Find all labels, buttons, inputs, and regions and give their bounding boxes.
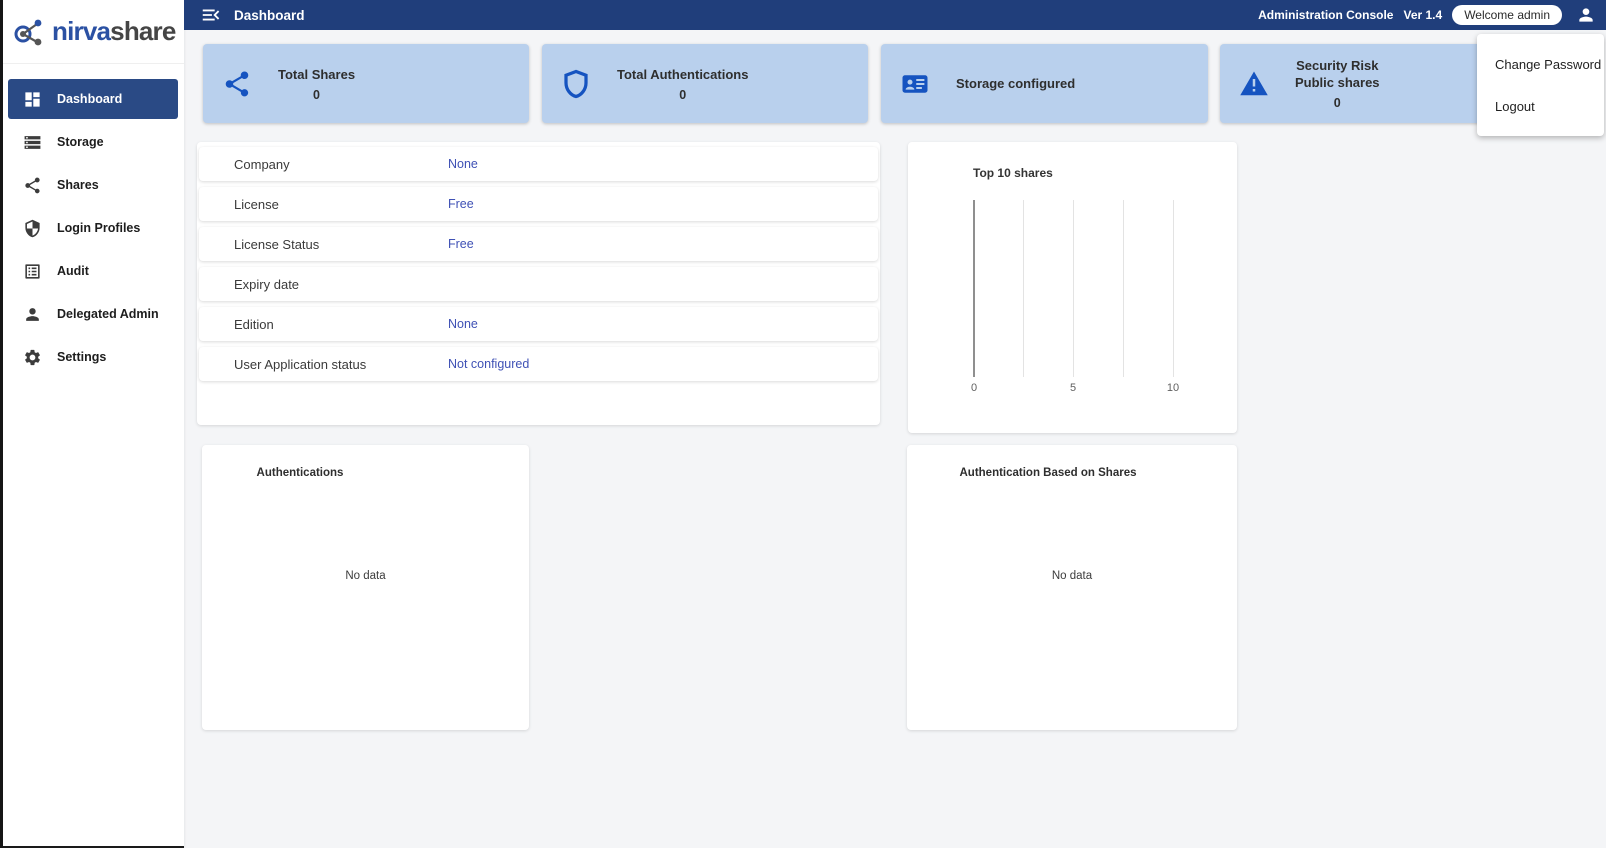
chart-title: Authentications	[257, 467, 344, 479]
stat-card-storage-configured: Storage configured	[881, 44, 1208, 123]
top-10-shares-chart: Top 10 shares 0 5 10	[908, 142, 1237, 433]
storage-icon	[23, 133, 42, 152]
menu-open-icon[interactable]	[200, 4, 222, 26]
menu-item-logout[interactable]: Logout	[1477, 85, 1604, 127]
chart-title: Top 10 shares	[973, 166, 1053, 180]
stat-value: 0	[1334, 96, 1341, 110]
brand-logo: nirvashare	[3, 0, 184, 64]
brand-name-primary: nirva	[52, 16, 110, 46]
license-info-panel: Company None License Free License Status…	[197, 142, 880, 425]
list-alt-icon	[23, 262, 42, 281]
chart-axis-line	[973, 200, 975, 377]
chart-plot-area	[908, 200, 1237, 377]
version-label: Ver 1.4	[1403, 8, 1442, 22]
info-row-expiry-date: Expiry date	[199, 267, 878, 301]
console-label: Administration Console	[1258, 8, 1393, 22]
shield-icon	[23, 219, 42, 238]
welcome-admin-badge[interactable]: Welcome admin	[1452, 5, 1562, 25]
stat-title: Storage configured	[956, 75, 1075, 92]
info-value: Not configured	[448, 357, 529, 371]
x-tick-label: 0	[971, 382, 977, 394]
sidebar-item-dashboard[interactable]: Dashboard	[8, 79, 178, 119]
sidebar-item-label: Dashboard	[57, 92, 122, 106]
user-avatar-icon[interactable]	[1576, 5, 1596, 25]
info-row-company: Company None	[199, 147, 878, 181]
info-label: License Status	[199, 237, 448, 252]
page-title: Dashboard	[234, 8, 305, 23]
no-data-label: No data	[202, 570, 529, 582]
info-value: None	[448, 317, 478, 331]
stat-title: Security Risk	[1296, 57, 1378, 74]
sidebar-nav: Dashboard Storage Shares Login Profiles …	[3, 64, 184, 377]
chart-gridline	[1173, 200, 1174, 377]
stat-value: 0	[313, 88, 320, 102]
chart-title: Authentication Based on Shares	[959, 467, 1136, 479]
chart-gridline	[1023, 200, 1024, 377]
window-border	[0, 0, 3, 848]
stat-value: 0	[679, 88, 686, 102]
sidebar-item-delegated-admin[interactable]: Delegated Admin	[8, 294, 178, 334]
chart-gridline	[1073, 200, 1074, 377]
info-value: None	[448, 157, 478, 171]
warning-icon	[1239, 69, 1269, 99]
info-value: Free	[448, 197, 474, 211]
info-value: Free	[448, 237, 474, 251]
stat-card-total-shares: Total Shares 0	[203, 44, 529, 123]
stat-title: Total Authentications	[617, 66, 748, 83]
sidebar-item-label: Login Profiles	[57, 221, 140, 235]
chart-gridline	[1123, 200, 1124, 377]
authentications-chart: Authentications No data	[202, 445, 529, 730]
info-row-edition: Edition None	[199, 307, 878, 341]
info-row-user-application-status: User Application status Not configured	[199, 347, 878, 381]
no-data-label: No data	[907, 570, 1237, 582]
shield-outline-icon	[561, 69, 591, 99]
nirvashare-logo-icon	[13, 15, 47, 49]
menu-item-change-password[interactable]: Change Password	[1477, 43, 1604, 85]
x-tick-label: 10	[1167, 382, 1179, 394]
sidebar-item-label: Shares	[57, 178, 99, 192]
gear-icon	[23, 348, 42, 367]
stat-card-total-authentications: Total Authentications 0	[542, 44, 868, 123]
sidebar-item-storage[interactable]: Storage	[8, 122, 178, 162]
sidebar-item-label: Delegated Admin	[57, 307, 159, 321]
storage-badge-icon	[900, 69, 930, 99]
sidebar: nirvashare Dashboard Storage Shares Logi…	[3, 0, 184, 848]
info-label: Expiry date	[199, 277, 448, 292]
stat-subtitle: Public shares	[1295, 74, 1380, 91]
sidebar-item-label: Storage	[57, 135, 104, 149]
user-dropdown-menu: Change Password Logout	[1477, 34, 1604, 136]
sidebar-item-settings[interactable]: Settings	[8, 337, 178, 377]
x-tick-label: 5	[1070, 382, 1076, 394]
info-row-license: License Free	[199, 187, 878, 221]
sidebar-item-label: Audit	[57, 264, 89, 278]
sidebar-item-label: Settings	[57, 350, 106, 364]
authentication-based-on-shares-chart: Authentication Based on Shares No data	[907, 445, 1237, 730]
brand-name-secondary: share	[110, 16, 175, 46]
topbar: Dashboard Administration Console Ver 1.4…	[184, 0, 1606, 30]
stat-title: Total Shares	[278, 66, 355, 83]
sidebar-item-login-profiles[interactable]: Login Profiles	[8, 208, 178, 248]
share-icon	[222, 69, 252, 99]
dashboard-icon	[23, 90, 42, 109]
info-label: User Application status	[199, 357, 448, 372]
sidebar-item-audit[interactable]: Audit	[8, 251, 178, 291]
info-row-license-status: License Status Free	[199, 227, 878, 261]
brand-name: nirvashare	[52, 16, 176, 47]
info-label: Edition	[199, 317, 448, 332]
share-icon	[23, 176, 42, 195]
person-icon	[23, 305, 42, 324]
topbar-right: Administration Console Ver 1.4 Welcome a…	[1258, 5, 1596, 25]
info-label: License	[199, 197, 448, 212]
info-label: Company	[199, 157, 448, 172]
sidebar-item-shares[interactable]: Shares	[8, 165, 178, 205]
